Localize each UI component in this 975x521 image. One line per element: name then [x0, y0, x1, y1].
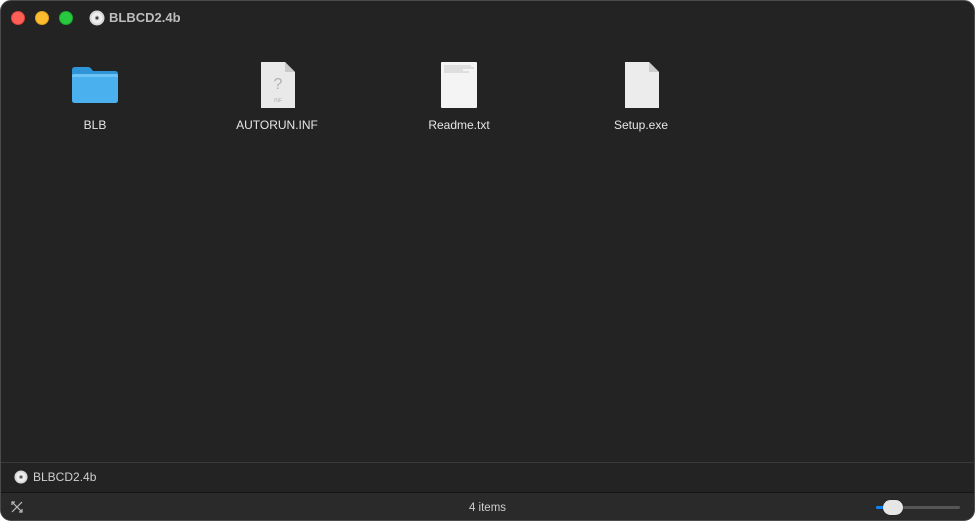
path-bar-item[interactable]: BLBCD2.4b [33, 470, 96, 485]
close-button[interactable] [11, 11, 25, 25]
generic-document-icon [625, 62, 659, 108]
file-item-readme-txt[interactable]: Readme.txt [389, 59, 529, 139]
file-item-blb[interactable]: BLB [25, 59, 165, 139]
folder-icon [72, 67, 118, 103]
file-grid[interactable]: BLB ? INF AUTORUN.INF Readme.txt Setup.e… [1, 35, 974, 462]
file-name: AUTORUN.INF [236, 118, 318, 132]
svg-text:?: ? [274, 76, 283, 93]
path-bar: BLBCD2.4b [1, 462, 974, 492]
cd-disc-icon [89, 10, 105, 26]
unknown-document-icon: ? INF [261, 62, 295, 108]
item-count: 4 items [468, 502, 507, 514]
window-title: BLBCD2.4b [109, 10, 181, 25]
file-item-autorun-inf[interactable]: ? INF AUTORUN.INF [207, 59, 347, 139]
zoom-button[interactable] [59, 11, 73, 25]
finder-window: BLBCD2.4b BLB ? INF AUTORUN.INF Readme.t… [0, 0, 975, 521]
text-document-icon [441, 62, 477, 108]
minimize-button[interactable] [35, 11, 49, 25]
title-bar[interactable]: BLBCD2.4b [1, 1, 974, 35]
file-name: BLB [83, 118, 107, 132]
file-type-badge: INF [274, 98, 282, 104]
file-name: Readme.txt [428, 118, 490, 132]
status-bar: 4 items [1, 492, 974, 520]
slider-knob[interactable] [882, 500, 903, 515]
cd-disc-icon [14, 470, 28, 484]
file-name: Setup.exe [613, 118, 669, 132]
file-item-setup-exe[interactable]: Setup.exe [571, 59, 711, 139]
